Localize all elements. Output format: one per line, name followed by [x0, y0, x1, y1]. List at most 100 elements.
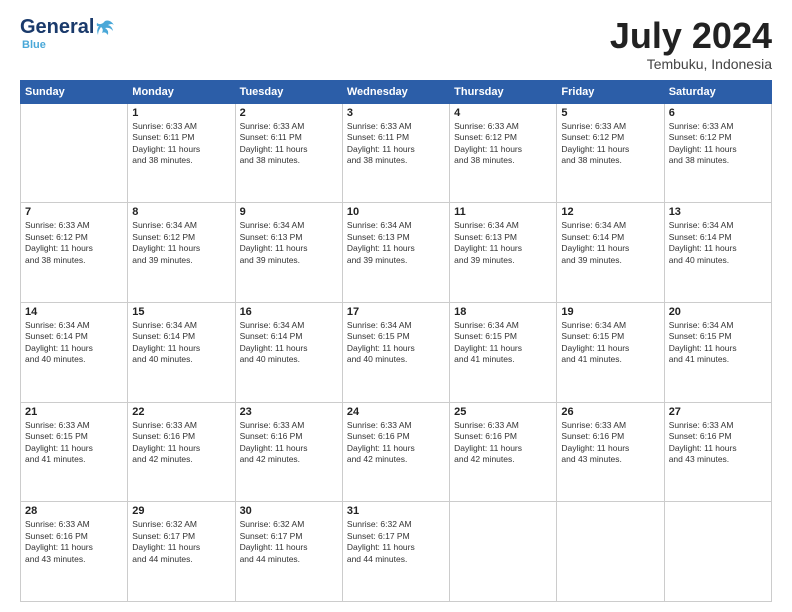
table-row: 21 Sunrise: 6:33 AMSunset: 6:15 PMDayligh…	[21, 402, 772, 502]
day-info: Sunrise: 6:34 AMSunset: 6:15 PMDaylight:…	[669, 320, 767, 366]
calendar-cell: 6 Sunrise: 6:33 AMSunset: 6:12 PMDaylight…	[664, 103, 771, 203]
col-wednesday: Wednesday	[342, 80, 449, 103]
calendar-cell: 11 Sunrise: 6:34 AMSunset: 6:13 PMDayligh…	[450, 203, 557, 303]
calendar-cell: 24Sunrise: 6:33 AMSunset: 6:16 PMDayligh…	[342, 402, 449, 502]
calendar-cell: 14 Sunrise: 6:34 AMSunset: 6:14 PMDayligh…	[21, 302, 128, 402]
col-thursday: Thursday	[450, 80, 557, 103]
logo-icon	[94, 17, 116, 39]
calendar-cell: 4Sunrise: 6:33 AMSunset: 6:12 PMDaylight…	[450, 103, 557, 203]
day-number: 20	[669, 306, 767, 318]
day-number: 10	[347, 206, 445, 218]
day-number: 28	[25, 505, 123, 517]
day-info: Sunrise: 6:33 AMSunset: 6:15 PMDaylight:…	[25, 420, 123, 466]
calendar-cell: 8 Sunrise: 6:34 AMSunset: 6:12 PMDaylight…	[128, 203, 235, 303]
calendar-cell: 15 Sunrise: 6:34 AMSunset: 6:14 PMDayligh…	[128, 302, 235, 402]
col-sunday: Sunday	[21, 80, 128, 103]
day-number: 16	[240, 306, 338, 318]
calendar-table: Sunday Monday Tuesday Wednesday Thursday…	[20, 80, 772, 602]
calendar-cell: 19Sunrise: 6:34 AMSunset: 6:15 PMDayligh…	[557, 302, 664, 402]
day-info: Sunrise: 6:34 AMSunset: 6:14 PMDaylight:…	[25, 320, 123, 366]
day-info: Sunrise: 6:32 AMSunset: 6:17 PMDaylight:…	[132, 519, 230, 565]
day-number: 31	[347, 505, 445, 517]
day-number: 7	[25, 206, 123, 218]
calendar-cell: 23 Sunrise: 6:33 AMSunset: 6:16 PMDayligh…	[235, 402, 342, 502]
day-info: Sunrise: 6:33 AMSunset: 6:16 PMDaylight:…	[240, 420, 338, 466]
day-number: 26	[561, 406, 659, 418]
title-block: July 2024 Tembuku, Indonesia	[610, 16, 772, 72]
table-row: 14 Sunrise: 6:34 AMSunset: 6:14 PMDayligh…	[21, 302, 772, 402]
day-info: Sunrise: 6:33 AMSunset: 6:12 PMDaylight:…	[25, 220, 123, 266]
day-info: Sunrise: 6:34 AMSunset: 6:14 PMDaylight:…	[561, 220, 659, 266]
day-number: 14	[25, 306, 123, 318]
col-friday: Friday	[557, 80, 664, 103]
location: Tembuku, Indonesia	[610, 56, 772, 72]
logo: General Blue	[20, 16, 116, 51]
day-number: 22	[132, 406, 230, 418]
logo-general: General	[20, 16, 94, 39]
table-row: 7 Sunrise: 6:33 AMSunset: 6:12 PMDaylight…	[21, 203, 772, 303]
day-number: 3	[347, 107, 445, 119]
calendar-cell: 3Sunrise: 6:33 AMSunset: 6:11 PMDaylight…	[342, 103, 449, 203]
day-info: Sunrise: 6:33 AMSunset: 6:11 PMDaylight:…	[240, 121, 338, 167]
col-tuesday: Tuesday	[235, 80, 342, 103]
day-number: 30	[240, 505, 338, 517]
header: General Blue July 2024 Tembuku, Indonesi…	[20, 16, 772, 72]
calendar-cell: 10 Sunrise: 6:34 AMSunset: 6:13 PMDayligh…	[342, 203, 449, 303]
day-info: Sunrise: 6:32 AMSunset: 6:17 PMDaylight:…	[347, 519, 445, 565]
calendar-cell: 20 Sunrise: 6:34 AMSunset: 6:15 PMDayligh…	[664, 302, 771, 402]
day-number: 21	[25, 406, 123, 418]
calendar-cell: 27 Sunrise: 6:33 AMSunset: 6:16 PMDayligh…	[664, 402, 771, 502]
page: General Blue July 2024 Tembuku, Indonesi…	[0, 0, 792, 612]
day-info: Sunrise: 6:34 AMSunset: 6:13 PMDaylight:…	[454, 220, 552, 266]
day-number: 8	[132, 206, 230, 218]
day-number: 17	[347, 306, 445, 318]
day-number: 27	[669, 406, 767, 418]
table-row: 28Sunrise: 6:33 AMSunset: 6:16 PMDayligh…	[21, 502, 772, 602]
calendar-cell: 31 Sunrise: 6:32 AMSunset: 6:17 PMDayligh…	[342, 502, 449, 602]
calendar-cell: 26Sunrise: 6:33 AMSunset: 6:16 PMDayligh…	[557, 402, 664, 502]
day-number: 1	[132, 107, 230, 119]
day-number: 25	[454, 406, 552, 418]
day-number: 5	[561, 107, 659, 119]
calendar-cell: 12 Sunrise: 6:34 AMSunset: 6:14 PMDayligh…	[557, 203, 664, 303]
day-number: 12	[561, 206, 659, 218]
day-info: Sunrise: 6:34 AMSunset: 6:15 PMDaylight:…	[454, 320, 552, 366]
day-number: 2	[240, 107, 338, 119]
calendar-header-row: Sunday Monday Tuesday Wednesday Thursday…	[21, 80, 772, 103]
calendar-cell: 22 Sunrise: 6:33 AMSunset: 6:16 PMDayligh…	[128, 402, 235, 502]
day-number: 9	[240, 206, 338, 218]
calendar-cell: 17 Sunrise: 6:34 AMSunset: 6:15 PMDayligh…	[342, 302, 449, 402]
calendar-cell: 28Sunrise: 6:33 AMSunset: 6:16 PMDayligh…	[21, 502, 128, 602]
day-info: Sunrise: 6:34 AMSunset: 6:14 PMDaylight:…	[132, 320, 230, 366]
day-info: Sunrise: 6:33 AMSunset: 6:16 PMDaylight:…	[132, 420, 230, 466]
day-info: Sunrise: 6:34 AMSunset: 6:12 PMDaylight:…	[132, 220, 230, 266]
day-number: 19	[561, 306, 659, 318]
day-number: 11	[454, 206, 552, 218]
day-info: Sunrise: 6:34 AMSunset: 6:15 PMDaylight:…	[347, 320, 445, 366]
day-info: Sunrise: 6:34 AMSunset: 6:13 PMDaylight:…	[347, 220, 445, 266]
day-number: 15	[132, 306, 230, 318]
col-monday: Monday	[128, 80, 235, 103]
calendar-cell	[21, 103, 128, 203]
day-info: Sunrise: 6:34 AMSunset: 6:13 PMDaylight:…	[240, 220, 338, 266]
day-info: Sunrise: 6:32 AMSunset: 6:17 PMDaylight:…	[240, 519, 338, 565]
calendar-cell	[450, 502, 557, 602]
day-number: 18	[454, 306, 552, 318]
day-info: Sunrise: 6:33 AMSunset: 6:12 PMDaylight:…	[454, 121, 552, 167]
day-info: Sunrise: 6:34 AMSunset: 6:14 PMDaylight:…	[240, 320, 338, 366]
day-info: Sunrise: 6:33 AMSunset: 6:16 PMDaylight:…	[669, 420, 767, 466]
day-info: Sunrise: 6:33 AMSunset: 6:12 PMDaylight:…	[669, 121, 767, 167]
day-number: 13	[669, 206, 767, 218]
calendar-cell: 25Sunrise: 6:33 AMSunset: 6:16 PMDayligh…	[450, 402, 557, 502]
day-info: Sunrise: 6:33 AMSunset: 6:11 PMDaylight:…	[132, 121, 230, 167]
calendar-cell: 7 Sunrise: 6:33 AMSunset: 6:12 PMDaylight…	[21, 203, 128, 303]
logo-blue-text: Blue	[22, 39, 46, 51]
day-info: Sunrise: 6:33 AMSunset: 6:16 PMDaylight:…	[347, 420, 445, 466]
calendar-cell: 30 Sunrise: 6:32 AMSunset: 6:17 PMDayligh…	[235, 502, 342, 602]
day-info: Sunrise: 6:34 AMSunset: 6:14 PMDaylight:…	[669, 220, 767, 266]
day-number: 23	[240, 406, 338, 418]
table-row: 1 Sunrise: 6:33 AMSunset: 6:11 PMDaylight…	[21, 103, 772, 203]
calendar-cell: 29Sunrise: 6:32 AMSunset: 6:17 PMDayligh…	[128, 502, 235, 602]
calendar-cell: 18 Sunrise: 6:34 AMSunset: 6:15 PMDayligh…	[450, 302, 557, 402]
day-number: 6	[669, 107, 767, 119]
